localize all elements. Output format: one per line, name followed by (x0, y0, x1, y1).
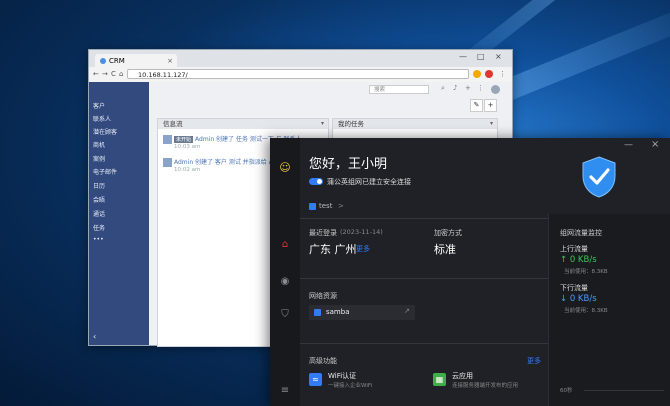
feed-panel-header: 信息流 ▾ (158, 119, 328, 129)
chevron-down-icon[interactable]: ▾ (321, 119, 324, 129)
minimize-button[interactable]: — (624, 140, 633, 150)
resource-item-samba[interactable]: samba ↗ (309, 305, 415, 320)
shield-icon[interactable]: ⛉ (279, 309, 291, 321)
tab-close-icon[interactable]: × (167, 57, 173, 65)
last-login-label: 最近登录 (309, 229, 337, 237)
sidebar-item-cases[interactable]: 案例 (93, 154, 105, 163)
feed-panel-title: 信息流 (163, 120, 183, 128)
feature-title: WiFi认证 (328, 372, 357, 380)
sidebar-item-leads[interactable]: 潜在顾客 (93, 127, 117, 136)
upload-total: 当前使用：8.3KB (564, 269, 608, 275)
sidebar-item-more[interactable]: ••• (93, 236, 104, 243)
download-total: 当前使用：8.3KB (564, 308, 608, 314)
adblock-icon[interactable] (485, 70, 493, 78)
traffic-title: 组网流量监控 (560, 229, 602, 237)
divider (300, 278, 548, 279)
sidebar-item-accounts[interactable]: 客户 (93, 101, 105, 110)
sidebar-item-calendar[interactable]: 日历 (93, 181, 105, 190)
encryption-label: 加密方式 (434, 229, 462, 237)
feature-desc: 一键接入企业WiFi (328, 383, 373, 389)
sidebar-item-calls[interactable]: 通话 (93, 209, 105, 218)
sidebar-item-emails[interactable]: 电子邮件 (93, 167, 117, 176)
discover-icon[interactable]: ◉ (279, 276, 291, 288)
address-bar-row: ← → C ⌂ 10.168.11.127/ ⋮ (89, 67, 512, 83)
chart-time-label: 60秒 (560, 388, 573, 394)
menu-icon[interactable]: ⋮ (499, 70, 506, 78)
chevron-right-icon[interactable]: > (338, 202, 344, 210)
security-shield-icon (582, 156, 616, 198)
notification-icon[interactable]: ♪ (453, 84, 457, 92)
url-field[interactable]: 10.168.11.127/ (127, 69, 469, 79)
encryption-value: 标准 (434, 243, 456, 256)
sidebar-item-tasks[interactable]: 任务 (93, 223, 105, 232)
close-button[interactable]: × (495, 52, 502, 61)
browser-tab[interactable]: CRM × (95, 54, 177, 67)
vpn-main: 您好，王小明 蒲公英组网已建立安全连接 test > 最近登录 (2023-11… (300, 138, 548, 406)
chart-baseline (584, 390, 664, 391)
wifi-icon: ≈ (309, 373, 322, 386)
maximize-button[interactable]: □ (477, 52, 485, 61)
tab-strip: CRM × — □ × (89, 50, 512, 67)
forward-icon[interactable]: → (102, 70, 108, 78)
apps-grid-icon: ▦ (433, 373, 446, 386)
feature-wifi-auth[interactable]: ≈ WiFi认证 一键接入企业WiFi (309, 371, 419, 389)
advanced-more-link[interactable]: 更多 (527, 356, 541, 366)
feature-cloud-apps[interactable]: ▦ 云应用 连接服务器端开发布的应用 (433, 371, 545, 389)
settings-icon[interactable]: ⋮ (477, 84, 484, 92)
edit-dashboard-button[interactable]: ✎ (470, 99, 483, 112)
avatar[interactable] (491, 85, 500, 94)
divider (300, 218, 548, 219)
connection-toggle[interactable] (309, 178, 323, 185)
minimize-button[interactable]: — (459, 52, 467, 61)
quick-create-icon[interactable]: + (465, 84, 471, 92)
crm-topbar: 搜索 ⌕ ♪ + ⋮ (149, 82, 512, 97)
back-icon[interactable]: ← (93, 70, 99, 78)
mascot-icon: ☺ (279, 161, 291, 174)
home-icon[interactable]: ⌂ (279, 239, 291, 251)
download-speed: ↓ 0 KB/s (560, 294, 597, 304)
sidebar-item-contacts[interactable]: 联系人 (93, 114, 111, 123)
home-icon[interactable]: ⌂ (119, 70, 123, 78)
chevron-down-icon[interactable]: ▾ (490, 119, 493, 129)
status-badge: 未开始 (174, 136, 194, 143)
login-location: 广东 广州 (309, 243, 357, 256)
last-login-date: (2023-11-14) (340, 228, 383, 236)
avatar (163, 135, 172, 144)
location-more-link[interactable]: 更多 (356, 244, 370, 254)
download-label: 下行流量 (560, 284, 588, 292)
network-name[interactable]: test (319, 202, 332, 210)
feature-desc: 连接服务器端开发布的应用 (452, 383, 519, 389)
tab-title: CRM (109, 56, 125, 65)
traffic-monitor: 组网流量监控 上行流量 ↑ 0 KB/s 当前使用：8.3KB 下行流量 ↓ 0… (548, 214, 670, 406)
site-favicon-icon (100, 57, 106, 64)
sidebar-collapse-icon[interactable]: ‹ (93, 332, 96, 341)
divider (300, 343, 548, 344)
sidebar-item-opportunities[interactable]: 商机 (93, 140, 105, 149)
avatar (163, 158, 172, 167)
feature-title: 云应用 (452, 372, 473, 380)
resources-label: 网络资源 (309, 292, 337, 300)
extension-icon[interactable] (473, 70, 481, 78)
sidebar-item-meetings[interactable]: 会晤 (93, 195, 105, 204)
folder-icon (314, 309, 321, 316)
search-icon[interactable]: ⌕ (441, 84, 445, 93)
resource-name: samba (326, 308, 350, 316)
add-dashlet-button[interactable]: + (484, 99, 497, 112)
advanced-label: 高级功能 (309, 357, 337, 365)
upload-label: 上行流量 (560, 245, 588, 253)
close-button[interactable]: × (651, 139, 659, 150)
tasks-panel-header: 我的任务 ▾ (333, 119, 497, 129)
network-icon (309, 203, 316, 210)
crm-sidebar: 客户 联系人 潜在顾客 商机 案例 电子邮件 日历 会晤 通话 任务 ••• ‹ (89, 82, 149, 345)
menu-icon[interactable]: ≡ (279, 385, 291, 397)
tasks-panel-title: 我的任务 (338, 120, 364, 128)
connection-status: 蒲公英组网已建立安全连接 (327, 178, 411, 186)
upload-speed: ↑ 0 KB/s (560, 255, 597, 265)
vpn-left-rail: ☺ ⌂ ◉ ⛉ ≡ (270, 138, 300, 406)
greeting: 您好，王小明 (309, 157, 388, 172)
vpn-client-window: ☺ ⌂ ◉ ⛉ ≡ — × 您好，王小明 蒲公英组网已建立安全连接 test >… (270, 138, 670, 406)
reload-icon[interactable]: C (111, 70, 116, 78)
open-external-icon[interactable]: ↗ (404, 307, 410, 315)
search-input[interactable]: 搜索 (369, 85, 429, 94)
